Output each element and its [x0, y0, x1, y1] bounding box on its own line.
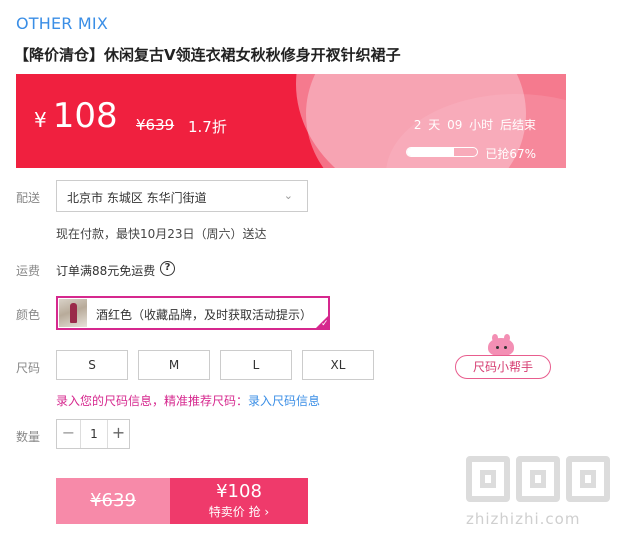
- chevron-down-icon: ⌄: [283, 189, 293, 202]
- watermark-logo: [466, 456, 610, 504]
- size-tip-text: 录入您的尺码信息，: [56, 394, 165, 408]
- address-text: 北京市 东城区 东华门街道: [67, 191, 207, 205]
- size-option-l[interactable]: L: [220, 350, 292, 380]
- quantity-stepper: − 1 +: [56, 419, 130, 449]
- size-tip-recommend: 精准推荐尺码：: [164, 394, 249, 408]
- sold-progress-fill: [407, 148, 454, 156]
- promo-price: ¥ 108: [34, 96, 118, 136]
- brand-name[interactable]: OTHER MIX: [16, 14, 108, 33]
- promo-banner: ¥ 108 ¥639 1.7折 2 天 09 小时 后结束 已抢67%: [16, 74, 566, 168]
- color-thumbnail: [59, 299, 87, 327]
- product-title: 【降价清仓】休闲复古V领连衣裙女秋秋修身开衩针织裙子: [14, 46, 401, 64]
- selected-check-icon: ✓: [314, 314, 330, 330]
- plus-icon[interactable]: +: [107, 420, 129, 448]
- color-label: 颜色: [16, 308, 41, 322]
- size-option-xl[interactable]: XL: [302, 350, 374, 380]
- shipping-label: 运费: [16, 264, 41, 278]
- size-option-m[interactable]: M: [138, 350, 210, 380]
- size-tip: 录入您的尺码信息，精准推荐尺码：录入尺码信息: [56, 392, 320, 409]
- original-price: ¥639: [136, 116, 175, 134]
- sold-progress-bar: [406, 147, 478, 157]
- size-label: 尺码: [16, 361, 41, 375]
- original-price-button[interactable]: ¥639: [56, 478, 170, 524]
- mascot-icon: [486, 334, 516, 356]
- delivery-label: 配送: [16, 191, 41, 205]
- help-icon[interactable]: ?: [160, 261, 175, 276]
- countdown-text: 2 天 09 小时 后结束: [413, 118, 536, 132]
- color-option-label: 酒红色（收藏品牌，及时获取活动提示）: [96, 308, 313, 322]
- address-selector[interactable]: 北京市 东城区 东华门街道 ⌄: [56, 180, 308, 212]
- currency-symbol: ¥: [34, 108, 47, 132]
- minus-icon[interactable]: −: [57, 420, 81, 448]
- promo-price-value: 108: [52, 96, 118, 136]
- size-option-s[interactable]: S: [56, 350, 128, 380]
- color-option-selected[interactable]: 酒红色（收藏品牌，及时获取活动提示） ✓: [56, 296, 330, 330]
- discount-label: 1.7折: [188, 118, 227, 136]
- sold-percentage: 已抢67%: [485, 147, 536, 161]
- quantity-label: 数量: [16, 430, 41, 444]
- buy-cta-label: 特卖价 抢 ›: [208, 505, 270, 519]
- buy-price: ¥108: [216, 481, 262, 502]
- watermark-text: zhizhizhi.com: [466, 510, 581, 528]
- size-helper-button[interactable]: 尺码小帮手: [455, 355, 551, 379]
- delivery-estimate: 现在付款，最快10月23日（周六）送达: [56, 227, 267, 241]
- enter-size-link[interactable]: 录入尺码信息: [248, 394, 320, 408]
- shipping-text: 订单满88元免运费: [56, 264, 156, 278]
- quantity-value[interactable]: 1: [81, 420, 107, 448]
- buy-now-button[interactable]: ¥108 特卖价 抢 ›: [170, 478, 308, 524]
